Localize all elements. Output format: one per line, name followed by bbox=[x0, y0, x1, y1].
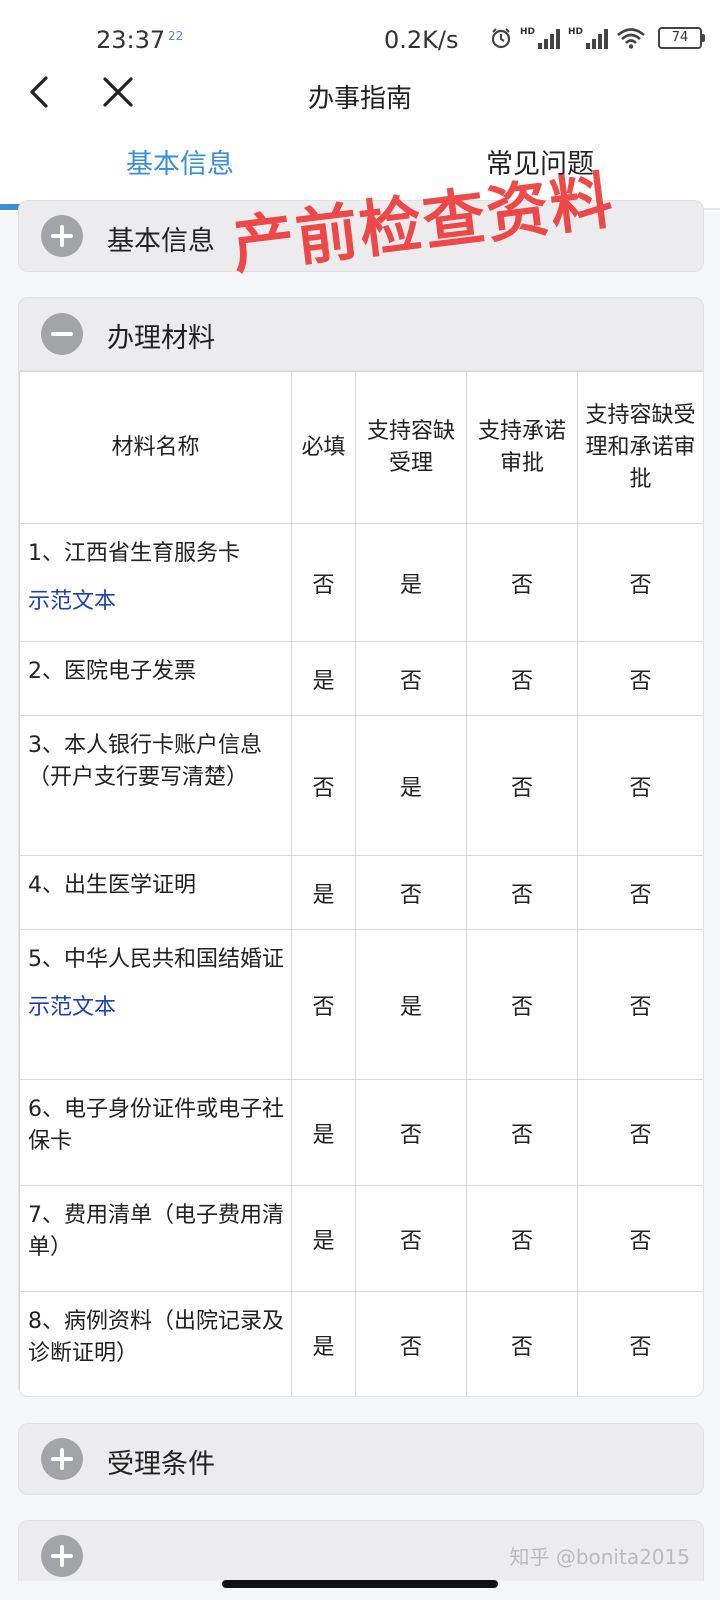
home-indicator[interactable] bbox=[222, 1580, 498, 1588]
materials-table: 材料名称 必填 支持容缺受理 支持承诺审批 支持容缺受理和承诺审批 1、江西省生… bbox=[19, 371, 703, 1396]
commit-approval-cell: 否 bbox=[466, 715, 578, 856]
status-icons: HD HD 74 bbox=[490, 27, 706, 49]
both-cell: 否 bbox=[577, 641, 703, 716]
alarm-icon bbox=[491, 28, 511, 49]
table-row: 6、电子身份证件或电子社保卡 是 否 否 否 bbox=[19, 1079, 703, 1186]
both-cell: 否 bbox=[577, 929, 703, 1080]
material-name-cell: 8、病例资料（出院记录及诊断证明） bbox=[19, 1291, 292, 1396]
status-time: 23:37 bbox=[96, 26, 166, 54]
battery-icon: 74 bbox=[658, 27, 706, 49]
accept-missing-cell: 是 bbox=[355, 929, 467, 1080]
commit-approval-cell: 否 bbox=[466, 1079, 578, 1186]
required-cell: 是 bbox=[291, 641, 356, 716]
table-row: 5、中华人民共和国结婚证 示范文本 否 是 否 否 bbox=[19, 929, 703, 1080]
commit-approval-cell: 否 bbox=[466, 1185, 578, 1292]
accept-missing-cell: 否 bbox=[355, 641, 467, 716]
signal-strength-icon-2: HD bbox=[568, 27, 609, 49]
signal-strength-icon-1: HD bbox=[520, 27, 561, 49]
accept-missing-cell: 否 bbox=[355, 855, 467, 930]
section-materials-label: 办理材料 bbox=[107, 323, 215, 354]
expand-plus-icon[interactable] bbox=[41, 215, 83, 257]
watermark: 知乎 @bonita2015 bbox=[509, 1545, 690, 1569]
accept-missing-cell: 否 bbox=[355, 1185, 467, 1292]
both-cell: 否 bbox=[577, 855, 703, 930]
sample-text-link[interactable]: 示范文本 bbox=[28, 586, 285, 618]
table-row: 3、本人银行卡账户信息（开户支行要写清楚） 否 是 否 否 bbox=[19, 715, 703, 856]
material-name-cell: 7、费用清单（电子费用清单） bbox=[19, 1185, 292, 1292]
section-materials-header[interactable]: 办理材料 bbox=[19, 298, 703, 370]
table-row: 7、费用清单（电子费用清单） 是 否 否 否 bbox=[19, 1185, 703, 1292]
both-cell: 否 bbox=[577, 715, 703, 856]
expand-plus-icon[interactable] bbox=[41, 1535, 83, 1577]
network-speed: 0.2K/s bbox=[384, 26, 459, 54]
tab-basic-info[interactable]: 基本信息 bbox=[0, 142, 360, 181]
table-row: 2、医院电子发票 是 否 否 否 bbox=[19, 641, 703, 716]
material-name-cell: 3、本人银行卡账户信息（开户支行要写清楚） bbox=[19, 715, 292, 856]
section-basic-info-label: 基本信息 bbox=[107, 226, 215, 257]
table-header-row: 材料名称 必填 支持容缺受理 支持承诺审批 支持容缺受理和承诺审批 bbox=[19, 371, 703, 524]
required-cell: 是 bbox=[291, 855, 356, 930]
required-cell: 否 bbox=[291, 929, 356, 1080]
table-row: 1、江西省生育服务卡 示范文本 否 是 否 否 bbox=[19, 523, 703, 642]
section-conditions-label: 受理条件 bbox=[107, 1449, 215, 1480]
header-commit-approval: 支持承诺审批 bbox=[466, 371, 578, 524]
material-name-cell: 5、中华人民共和国结婚证 示范文本 bbox=[19, 929, 292, 1080]
material-name-cell: 2、医院电子发票 bbox=[19, 641, 292, 716]
commit-approval-cell: 否 bbox=[466, 929, 578, 1080]
material-name-cell: 1、江西省生育服务卡 示范文本 bbox=[19, 523, 292, 642]
header-both: 支持容缺受理和承诺审批 bbox=[577, 371, 703, 524]
section-conditions[interactable]: 受理条件 bbox=[18, 1423, 704, 1495]
page-title: 办事指南 bbox=[307, 84, 412, 114]
table-row: 8、病例资料（出院记录及诊断证明） 是 否 否 否 bbox=[19, 1291, 703, 1396]
both-cell: 否 bbox=[577, 1079, 703, 1186]
required-cell: 是 bbox=[291, 1291, 356, 1396]
required-cell: 否 bbox=[291, 523, 356, 642]
nav-bar: 办事指南 bbox=[0, 64, 720, 128]
table-row: 4、出生医学证明 是 否 否 否 bbox=[19, 855, 703, 930]
header-material-name: 材料名称 bbox=[19, 371, 292, 524]
required-cell: 否 bbox=[291, 715, 356, 856]
accept-missing-cell: 是 bbox=[355, 523, 467, 642]
header-accept-missing: 支持容缺受理 bbox=[355, 371, 467, 524]
both-cell: 否 bbox=[577, 523, 703, 642]
material-name-cell: 6、电子身份证件或电子社保卡 bbox=[19, 1079, 292, 1186]
materials-table-wrap: 材料名称 必填 支持容缺受理 支持承诺审批 支持容缺受理和承诺审批 1、江西省生… bbox=[19, 370, 703, 1396]
accept-missing-cell: 否 bbox=[355, 1291, 467, 1396]
both-cell: 否 bbox=[577, 1291, 703, 1396]
accept-missing-cell: 是 bbox=[355, 715, 467, 856]
both-cell: 否 bbox=[577, 1185, 703, 1292]
wifi-icon bbox=[617, 28, 645, 49]
accept-missing-cell: 否 bbox=[355, 1079, 467, 1186]
required-cell: 是 bbox=[291, 1185, 356, 1292]
sample-text-link[interactable]: 示范文本 bbox=[28, 992, 285, 1024]
section-conditions-header[interactable]: 受理条件 bbox=[19, 1424, 703, 1494]
status-mini-badge: 22 bbox=[168, 29, 184, 43]
commit-approval-cell: 否 bbox=[466, 855, 578, 930]
section-materials: 办理材料 材料名称 必填 支持容缺受理 支持承诺审批 支持容缺受理和承诺审批 1… bbox=[18, 297, 704, 1397]
status-bar: 23:37 22 0.2K/s HD HD 74 bbox=[0, 0, 720, 64]
commit-approval-cell: 否 bbox=[466, 641, 578, 716]
commit-approval-cell: 否 bbox=[466, 1291, 578, 1396]
required-cell: 是 bbox=[291, 1079, 356, 1186]
header-required: 必填 bbox=[291, 371, 356, 524]
collapse-minus-icon[interactable] bbox=[41, 313, 83, 355]
commit-approval-cell: 否 bbox=[466, 523, 578, 642]
material-name-cell: 4、出生医学证明 bbox=[19, 855, 292, 930]
expand-plus-icon[interactable] bbox=[41, 1438, 83, 1480]
